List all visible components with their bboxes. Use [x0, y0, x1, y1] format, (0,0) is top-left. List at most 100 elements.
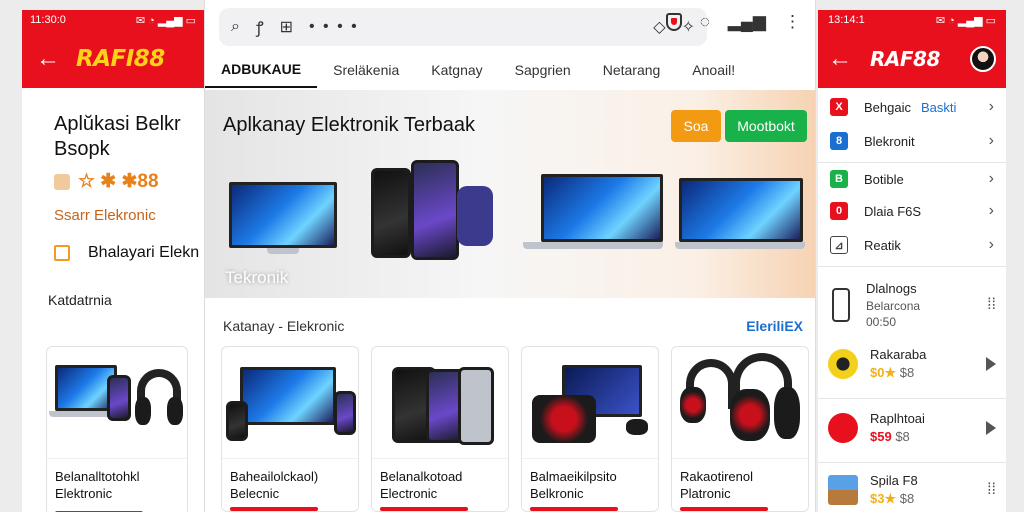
headphone-cup [680, 387, 706, 423]
tab-5[interactable]: Anoail! [676, 52, 751, 88]
title-line-1: Aplŭkasi Belkr [54, 113, 181, 135]
checkbox-row[interactable]: Bhalayari Elekn [22, 224, 204, 262]
hero-banner[interactable]: Aplkanay Elektronik Terbaak Soa Mootbokt… [205, 90, 815, 298]
back-arrow-icon[interactable]: ← [828, 47, 852, 71]
play-icon[interactable] [986, 357, 996, 371]
brand-logo: RAF88 [870, 47, 940, 71]
product-sub: Belarcona [866, 298, 921, 313]
shield-icon[interactable] [665, 13, 682, 31]
product-name: Spila F8 [870, 473, 918, 489]
product-card[interactable]: Belanalkotoad Electronic [371, 346, 509, 512]
phone-image [107, 375, 131, 421]
headphone-cup [167, 397, 183, 425]
list-item[interactable]: Raplhtoai $59 $8 [818, 406, 1006, 450]
tab-0[interactable]: ADBUKAUE [205, 52, 318, 88]
brand-row: ☆ ✱ ✱88 [22, 162, 204, 193]
grid-icon[interactable]: ⊞ [280, 17, 293, 37]
brand-logo: RAFI88 [76, 46, 165, 72]
more-dots-icon[interactable]: ⁞⁞ [987, 296, 996, 314]
product-card[interactable]: Balmaeikilpsito Belkronic [521, 346, 659, 512]
hero-label: Tekronik [225, 268, 289, 287]
hero-green-button[interactable]: Mootbokt [725, 110, 807, 142]
app-header: ← RAFI88 [22, 30, 204, 88]
phone-icon [832, 288, 850, 322]
product-image [672, 347, 808, 459]
list-item[interactable]: Dlalnogs Belarcona 00:50 ⁞⁞ [818, 276, 1006, 334]
menu-item[interactable]: 8 Blekronit › [818, 126, 1006, 156]
more-dots-icon[interactable]: ⁞⁞ [987, 481, 996, 499]
menu-icon: X [830, 98, 848, 116]
menu-item[interactable]: ⊿ Reatik › [818, 230, 1006, 260]
headphone-cup [774, 387, 800, 439]
product-price-alt: $8 [895, 429, 910, 444]
card-accent-bar [680, 507, 768, 511]
play-icon[interactable] [986, 421, 996, 435]
menu-icon: 8 [830, 132, 848, 150]
checkbox-label: Bhalayari Elekn [88, 244, 200, 261]
menu-item[interactable]: X Behgaic Baskti › [818, 92, 1006, 122]
card-title: Baheailolckaol) [230, 469, 319, 484]
tab-2[interactable]: Katgnay [415, 52, 498, 88]
tab-4[interactable]: Netarang [587, 52, 677, 88]
search-icon[interactable]: ⌕ [231, 18, 240, 36]
avatar[interactable] [970, 46, 996, 72]
menu-extra: Baskti [920, 99, 957, 115]
filter-icon[interactable]: ꝭ [256, 16, 264, 38]
card-subtitle: Belecnic [230, 486, 280, 501]
status-icons: ✉ ◔ ▂▄▆ ▭ [935, 14, 996, 27]
menu-label: Reatik [864, 237, 901, 253]
laptop-image [679, 178, 803, 242]
tab-3[interactable]: Sapgrien [499, 52, 587, 88]
laptop-base [675, 242, 805, 249]
checkbox[interactable] [54, 245, 70, 261]
back-arrow-icon[interactable]: ← [36, 47, 60, 71]
laptop-base [523, 242, 663, 249]
product-image [522, 347, 658, 459]
product-image [222, 347, 358, 459]
more-icon[interactable]: ⋮ [784, 12, 801, 32]
phone-image [371, 168, 411, 258]
earbud-image [626, 419, 648, 435]
product-name: Dlalnogs [866, 281, 917, 297]
card-subtitle: Elektronic [55, 486, 113, 501]
product-price-alt: $8 [899, 491, 915, 506]
list-item[interactable]: Rakaraba $0★ $8 [818, 342, 1006, 386]
search-bar[interactable]: ⌕ ꝭ ⊞ • • • • ◇ ✧ [219, 8, 707, 46]
hero-title: Aplkanay Elektronik Terbaak [223, 114, 475, 136]
gift-icon [54, 173, 70, 190]
status-bar: 13:14:1 ✉ ◔ ▂▄▆ ▭ [818, 10, 1006, 30]
shield-check-icon[interactable]: ◇ [653, 17, 665, 37]
product-price: $0★ [870, 365, 897, 380]
card-title: Rakaotirenol [680, 469, 753, 484]
smartwatch-image [457, 186, 493, 246]
search-input[interactable]: • • • • [309, 18, 637, 36]
toolbar-icons: ◌ ▂▄▆ ⋮ [665, 12, 801, 32]
headphone-cup [730, 389, 770, 441]
card-title: Belanalkotoad [380, 469, 463, 484]
chevron-right-icon: › [988, 132, 994, 149]
tab-1[interactable]: Sreläkenia [317, 52, 415, 88]
divider [818, 162, 1006, 163]
card-subtitle: Electronic [380, 486, 438, 501]
brand-row-text: ☆ ✱ ✱88 [78, 171, 159, 192]
product-card[interactable]: Belanalltotohkl Elektronic [46, 346, 188, 512]
list-item[interactable]: Spila F8 $3★ $8 ⁞⁞ [818, 468, 1006, 512]
subtitle: Ssarr Elekronic [54, 207, 156, 224]
product-time: 00:50 [866, 314, 897, 329]
category-heading: Katdatrnia [48, 292, 112, 308]
section-link[interactable]: EleriliEX [746, 318, 803, 334]
phone-image [458, 367, 494, 445]
card-accent-bar [230, 507, 318, 511]
menu-icon: B [830, 170, 848, 188]
hero-orange-button[interactable]: Soa [671, 110, 721, 142]
headphone-cup [135, 397, 151, 425]
card-subtitle: Belkronic [530, 486, 584, 501]
product-card[interactable]: Rakaotirenol Platronic [671, 346, 809, 512]
signal-icon: ▂▄▆ [727, 12, 766, 31]
menu-item[interactable]: 0 Dlaia F6S › [818, 196, 1006, 226]
product-card[interactable]: Baheailolckaol) Belecnic [221, 346, 359, 512]
menu-icon: ⊿ [830, 236, 848, 254]
menu-item[interactable]: B Botible › [818, 164, 1006, 194]
chevron-right-icon: › [988, 98, 994, 115]
chat-icon[interactable]: ◌ [700, 12, 710, 32]
